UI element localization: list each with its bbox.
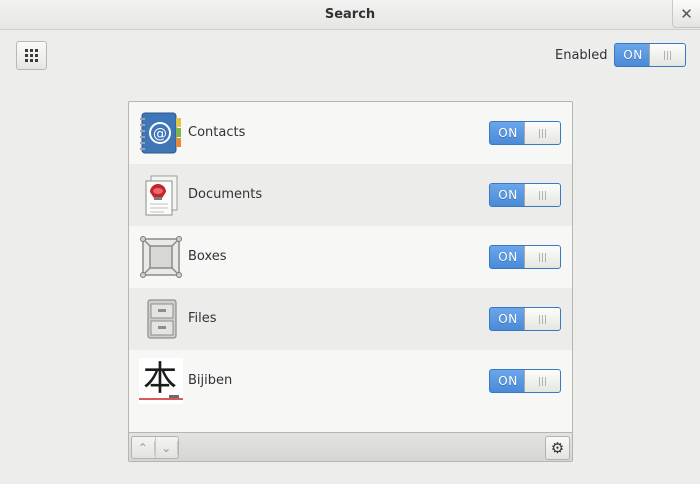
titlebar: Search ✕ [0, 0, 700, 30]
switch-knob[interactable] [524, 246, 560, 268]
switch-on-label: ON [498, 126, 518, 140]
list-item-contacts[interactable]: @ Contacts ON [129, 102, 572, 164]
source-name: Files [188, 311, 217, 326]
switch-on-label: ON [498, 250, 518, 264]
close-icon: ✕ [680, 4, 693, 23]
switch-on-label: ON [498, 374, 518, 388]
move-down-button[interactable]: ⌄ [156, 437, 178, 458]
bijiben-switch[interactable]: ON [489, 369, 561, 393]
chevron-down-icon: ⌄ [156, 440, 178, 455]
contacts-switch[interactable]: ON [489, 121, 561, 145]
switch-on-label: ON [498, 188, 518, 202]
switch-knob[interactable] [649, 44, 685, 66]
list-item-documents[interactable]: Documents ON [129, 164, 572, 226]
switch-knob[interactable] [524, 122, 560, 144]
switch-on-label: ON [498, 312, 518, 326]
list-item-files[interactable]: Files ON [129, 288, 572, 350]
close-button[interactable]: ✕ [672, 0, 700, 28]
enabled-label: Enabled [555, 48, 608, 63]
documents-switch[interactable]: ON [489, 183, 561, 207]
source-name: Bijiben [188, 373, 233, 388]
bijiben-icon: 本 [139, 358, 183, 404]
list-toolbar: ⌃ ⌄ ⚙ [129, 432, 572, 461]
settings-button[interactable]: ⚙ [545, 436, 570, 460]
grid-icon [25, 49, 38, 62]
source-name: Contacts [188, 125, 246, 140]
reorder-buttons: ⌃ ⌄ [131, 436, 179, 459]
list-item-bijiben[interactable]: 本 Bijiben ON [129, 350, 572, 412]
svg-text:本: 本 [143, 359, 177, 399]
list-item-boxes[interactable]: Boxes ON [129, 226, 572, 288]
boxes-icon [139, 234, 183, 280]
move-up-button[interactable]: ⌃ [132, 437, 156, 458]
boxes-switch[interactable]: ON [489, 245, 561, 269]
switch-knob[interactable] [524, 184, 560, 206]
enabled-switch[interactable]: ON [614, 43, 686, 67]
switch-knob[interactable] [524, 370, 560, 392]
switch-knob[interactable] [524, 308, 560, 330]
search-sources-list: @ Contacts ON Documents ON Boxes ON File… [128, 101, 573, 462]
files-switch[interactable]: ON [489, 307, 561, 331]
switch-on-label: ON [623, 48, 643, 62]
gear-icon: ⚙ [550, 439, 565, 457]
app-grid-button[interactable] [16, 41, 47, 70]
source-name: Documents [188, 187, 263, 202]
svg-text:@: @ [153, 126, 167, 142]
window-title: Search [324, 7, 376, 22]
source-name: Boxes [188, 249, 227, 264]
contacts-icon: @ [139, 110, 183, 156]
chevron-up-icon: ⌃ [132, 440, 155, 455]
documents-icon [139, 172, 183, 218]
files-icon [139, 296, 183, 342]
